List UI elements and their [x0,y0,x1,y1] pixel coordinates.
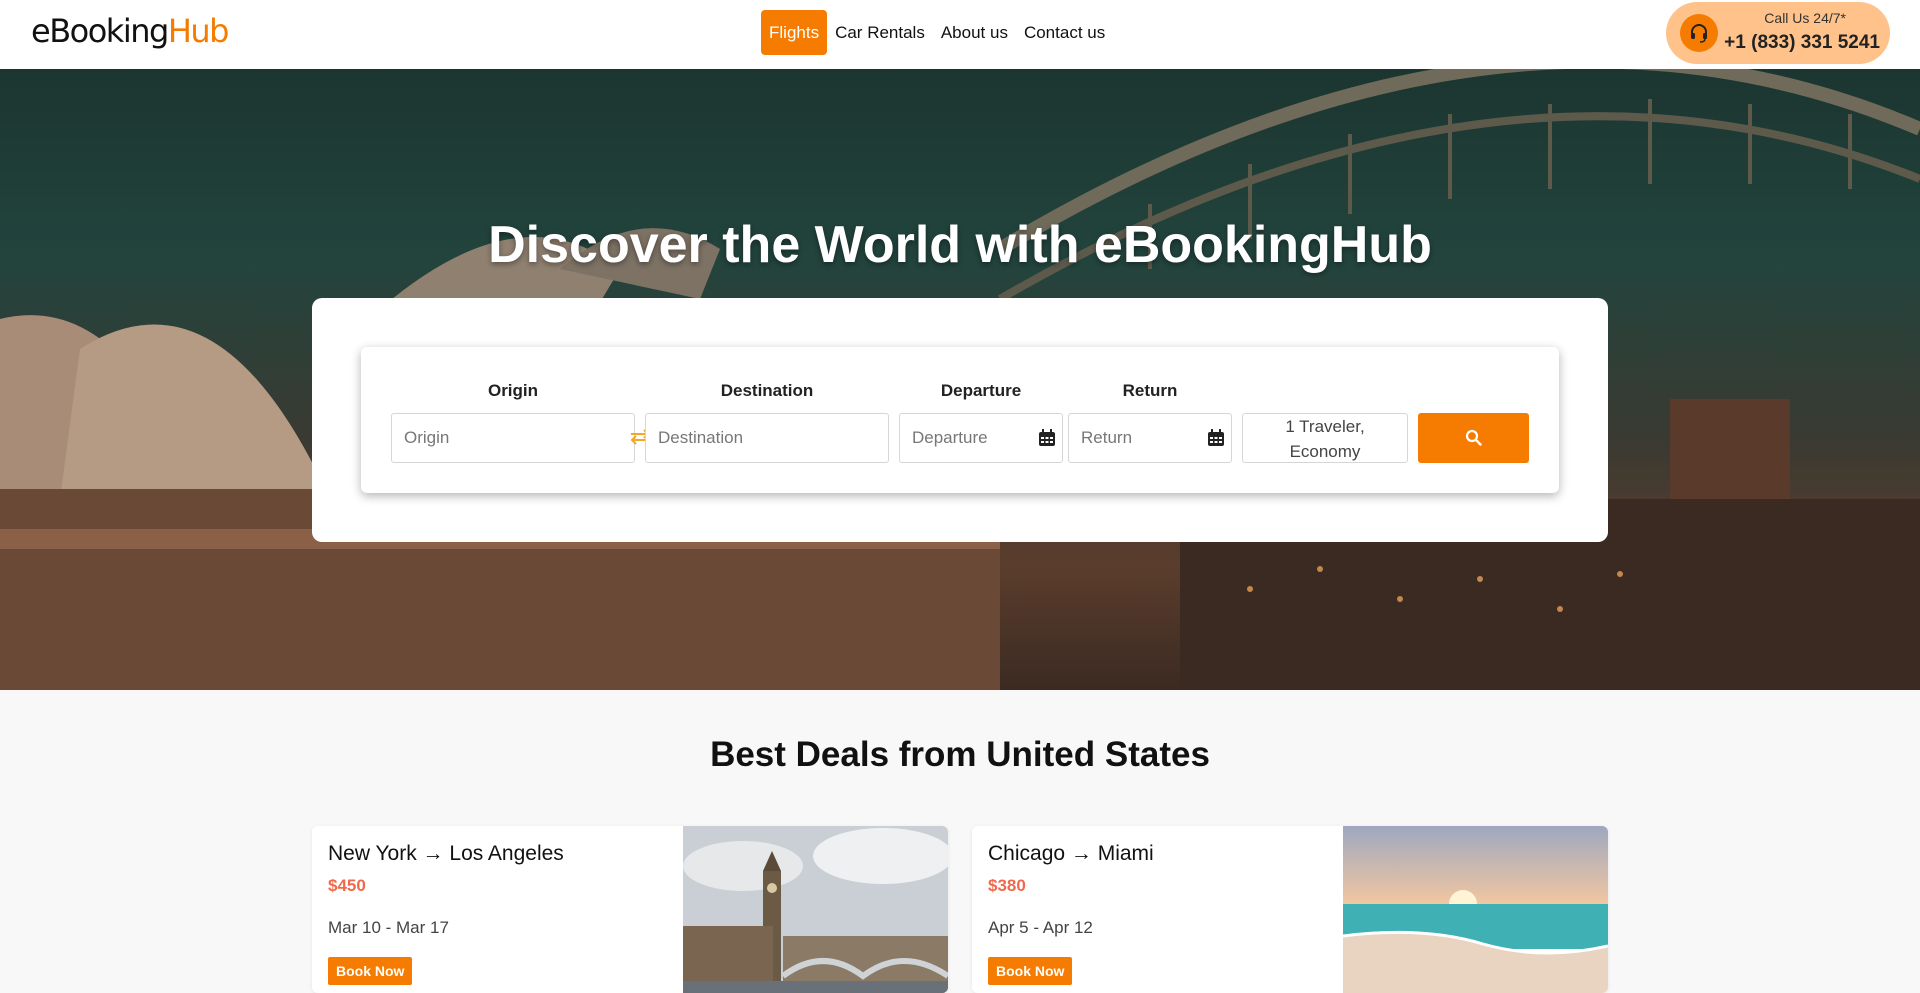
logo-text-hub: Hub [167,12,230,50]
destination-field[interactable] [645,413,889,463]
site-header: eBookingHub Flights Car Rentals About us… [0,0,1920,69]
departure-field[interactable] [899,413,1063,463]
call-label: Call Us 24/7* [1764,10,1846,26]
call-number: +1 (833) 331 5241 [1724,32,1880,53]
destination-label: Destination [720,381,814,400]
origin-label: Origin [487,381,539,400]
traveler-class-selector[interactable]: 1 Traveler, Economy [1242,413,1408,463]
return-field[interactable] [1068,413,1232,463]
deal-dates: Mar 10 - Mar 17 [328,918,449,937]
destination-input[interactable] [646,414,888,462]
deal-route: Chicago → Miami [988,842,1154,865]
deal-dates: Apr 5 - Apr 12 [988,918,1093,937]
headset-icon [1680,14,1718,52]
nav-flights[interactable]: Flights [761,10,828,55]
traveler-count: 1 Traveler, [1285,417,1365,436]
deal-image-beach [1343,826,1608,993]
origin-input[interactable] [392,414,634,462]
hero-title: Discover the World with eBookingHub [488,216,1432,274]
origin-field[interactable] [391,413,635,463]
departure-label: Departure [940,381,1022,400]
call-us-button[interactable]: Call Us 24/7* +1 (833) 331 5241 [1666,2,1890,64]
book-now-button[interactable]: Book Now [988,957,1073,985]
search-icon [1465,429,1482,446]
deal-card[interactable]: Chicago → Miami $380 Apr 5 - Apr 12 Book… [972,826,1608,993]
deals-heading: Best Deals from United States [710,735,1210,774]
deal-image-london [683,826,948,993]
nav-car-rentals[interactable]: Car Rentals [827,10,933,55]
deal-card[interactable]: New York → Los Angeles $450 Mar 10 - Mar… [312,826,948,993]
calendar-icon[interactable] [1038,429,1056,447]
main-nav: Flights Car Rentals About us Contact us [761,10,1113,55]
search-button[interactable] [1418,413,1529,463]
logo[interactable]: eBookingHub [31,12,230,50]
nav-about-us[interactable]: About us [933,10,1016,55]
deal-price: $380 [988,876,1026,895]
logo-text-ebooking: eBooking [31,12,169,50]
cabin-class: Economy [1289,442,1361,461]
return-label: Return [1122,381,1178,400]
book-now-button[interactable]: Book Now [328,957,413,985]
deal-price: $450 [328,876,366,895]
deal-route: New York → Los Angeles [328,842,564,865]
nav-contact-us[interactable]: Contact us [1016,10,1113,55]
calendar-icon[interactable] [1207,429,1225,447]
